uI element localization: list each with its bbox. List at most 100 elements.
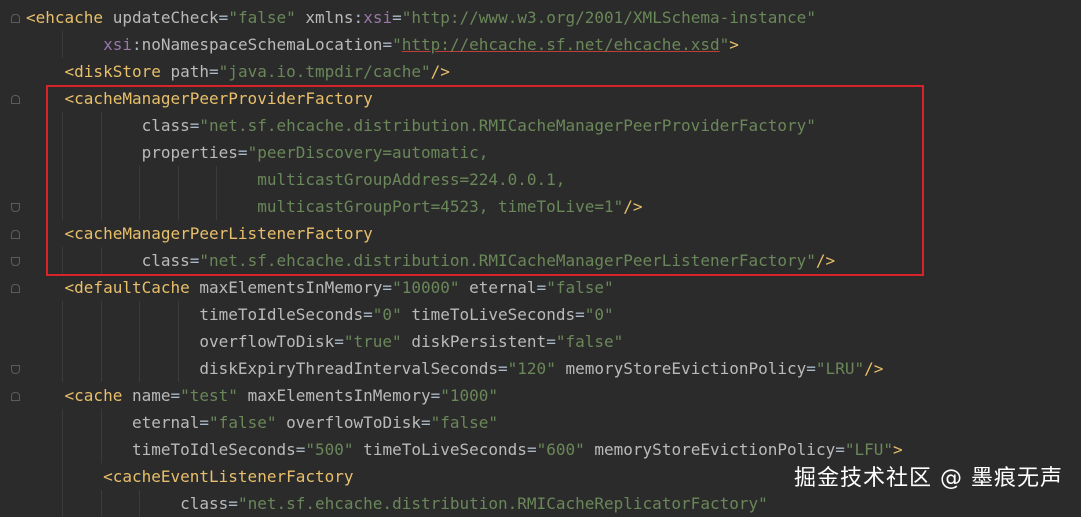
code-token: <diskStore xyxy=(64,62,171,81)
fold-marker-icon[interactable] xyxy=(11,257,20,266)
code-token: properties xyxy=(141,143,238,162)
code-token: overflowToDisk xyxy=(276,413,421,432)
code-token: = xyxy=(382,278,393,297)
code-token: memoryStoreEvictionPolicy xyxy=(584,440,836,459)
code-line[interactable]: <ehcache updateCheck="false" xmlns:xsi="… xyxy=(26,4,1076,31)
code-token: = xyxy=(575,305,585,324)
code-token: timeToIdleSeconds xyxy=(131,440,296,459)
indent-guide xyxy=(139,301,141,328)
code-token: <cacheEventListenerFactory xyxy=(103,467,354,486)
code-token: diskPersistent xyxy=(401,332,547,351)
code-token: memoryStoreEvictionPolicy xyxy=(555,359,807,378)
code-token: = xyxy=(526,440,537,459)
code-line[interactable]: class="net.sf.ehcache.distribution.RMICa… xyxy=(26,490,1076,517)
indent-guide xyxy=(100,328,102,355)
indent-guide xyxy=(139,328,141,355)
indent-guide xyxy=(177,328,179,355)
code-token: "false" xyxy=(228,8,296,27)
fold-marker-icon[interactable] xyxy=(11,203,20,212)
indent-guide xyxy=(62,355,64,382)
code-token: <cacheManagerPeerProviderFactory xyxy=(64,89,373,108)
indent-guide xyxy=(139,490,141,517)
code-token: maxElementsInMemory xyxy=(237,386,431,405)
code-line[interactable]: <cache name="test" maxElementsInMemory="… xyxy=(26,382,1076,409)
fold-marker-icon[interactable] xyxy=(11,392,20,401)
code-token: path xyxy=(170,62,210,81)
code-token: > xyxy=(893,440,903,459)
indent-guide xyxy=(62,301,64,328)
indent-guide xyxy=(216,166,217,193)
code-token: "net.sf.ehcache.distribution.RMICacheMan… xyxy=(199,116,816,135)
code-line[interactable]: class="net.sf.ehcache.distribution.RMICa… xyxy=(26,247,1076,274)
indent-guide xyxy=(216,193,217,220)
code-lines[interactable]: <ehcache updateCheck="false" xmlns:xsi="… xyxy=(26,4,1076,517)
code-line[interactable]: multicastGroupPort=4523, timeToLive=1"/> xyxy=(26,193,1076,220)
indent-guide xyxy=(62,409,64,436)
code-token: class xyxy=(141,251,190,270)
watermark: 掘金技术社区 @ 墨痕无声 xyxy=(794,466,1063,491)
code-line[interactable]: <defaultCache maxElementsInMemory="10000… xyxy=(26,274,1076,301)
code-line[interactable]: xsi:noNamespaceSchemaLocation="http://eh… xyxy=(26,31,1076,58)
code-line[interactable]: timeToIdleSeconds="0" timeToLiveSeconds=… xyxy=(26,301,1076,328)
indent-guide xyxy=(100,139,102,166)
code-token: "0" xyxy=(584,305,614,324)
code-line[interactable]: multicastGroupAddress=224.0.0.1, xyxy=(26,166,1076,193)
code-token: = xyxy=(228,494,238,513)
code-token: "120" xyxy=(507,359,556,378)
indent-guide xyxy=(62,166,64,193)
code-line[interactable]: class="net.sf.ehcache.distribution.RMICa… xyxy=(26,112,1076,139)
code-line[interactable]: eternal="false" overflowToDisk="false" xyxy=(26,409,1076,436)
fold-marker-icon[interactable] xyxy=(11,284,20,293)
code-line[interactable]: <diskStore path="java.io.tmpdir/cache"/> xyxy=(26,58,1076,85)
indent-guide xyxy=(62,31,64,58)
indent-guide xyxy=(100,355,102,382)
fold-marker-icon[interactable] xyxy=(11,95,20,104)
code-token: = xyxy=(199,413,210,432)
fold-marker-icon[interactable] xyxy=(11,230,20,239)
code-token: class xyxy=(180,494,229,513)
code-token: "true" xyxy=(343,332,402,351)
code-token: > xyxy=(729,35,739,54)
indent-guide xyxy=(100,436,102,463)
code-token: <ehcache xyxy=(26,8,113,27)
code-line[interactable]: <cacheManagerPeerProviderFactory xyxy=(26,85,1076,112)
code-line[interactable]: properties="peerDiscovery=automatic, xyxy=(26,139,1076,166)
code-token: diskExpiryThreadIntervalSeconds xyxy=(199,359,499,378)
indent-guide xyxy=(100,247,102,274)
code-token: = xyxy=(420,413,431,432)
code-token: eternal xyxy=(131,413,200,432)
code-token: updateCheck xyxy=(112,8,219,27)
code-token: "1000" xyxy=(440,386,499,405)
code-line[interactable]: diskExpiryThreadIntervalSeconds="120" me… xyxy=(26,355,1076,382)
indent-guide xyxy=(62,247,64,274)
fold-marker-icon[interactable] xyxy=(11,14,20,23)
code-token: "http://www.w3.org/2001/XMLSchema-instan… xyxy=(401,8,816,27)
code-token: = xyxy=(430,386,441,405)
code-token: = xyxy=(835,440,845,459)
fold-marker-icon[interactable] xyxy=(11,365,20,374)
indent-guide xyxy=(177,301,179,328)
code-token: "false" xyxy=(555,332,624,351)
code-editor[interactable]: <ehcache updateCheck="false" xmlns:xsi="… xyxy=(0,0,1081,517)
code-token: <defaultCache xyxy=(64,278,200,297)
code-token: " xyxy=(392,35,402,54)
code-line[interactable]: timeToIdleSeconds="500" timeToLiveSecond… xyxy=(26,436,1076,463)
code-token: "false" xyxy=(209,413,277,432)
code-line[interactable]: overflowToDisk="true" diskPersistent="fa… xyxy=(26,328,1076,355)
code-line[interactable]: <cacheManagerPeerListenerFactory xyxy=(26,220,1076,247)
code-token: overflowToDisk xyxy=(199,332,335,351)
indent-guide xyxy=(177,355,179,382)
indent-guide xyxy=(100,409,102,436)
code-token: /> xyxy=(623,197,643,216)
code-token: class xyxy=(141,116,190,135)
